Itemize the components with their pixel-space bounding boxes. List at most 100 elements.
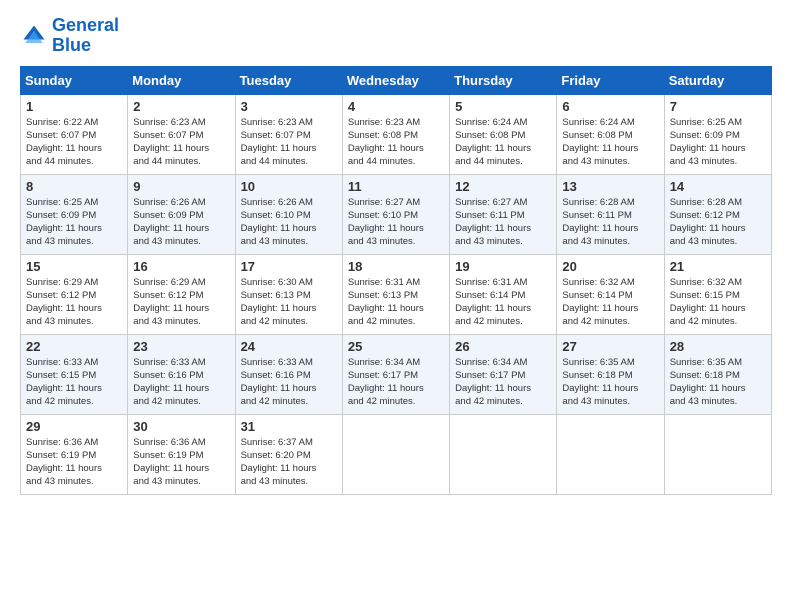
calendar-cell: 5Sunrise: 6:24 AM Sunset: 6:08 PM Daylig… (450, 94, 557, 174)
calendar-cell (342, 414, 449, 494)
calendar-cell: 2Sunrise: 6:23 AM Sunset: 6:07 PM Daylig… (128, 94, 235, 174)
day-header: Wednesday (342, 66, 449, 94)
logo-icon (20, 22, 48, 50)
day-number: 31 (241, 419, 338, 434)
calendar-cell: 25 Sunrise: 6:34 AM Sunset: 6:17 PM Dayli… (342, 334, 449, 414)
calendar-cell: 22 Sunrise: 6:33 AM Sunset: 6:15 PM Dayli… (21, 334, 128, 414)
calendar-header-row: SundayMondayTuesdayWednesdayThursdayFrid… (21, 66, 772, 94)
day-number: 27 (562, 339, 659, 354)
day-number: 3 (241, 99, 338, 114)
day-header: Monday (128, 66, 235, 94)
logo-text: General Blue (52, 16, 119, 56)
calendar-table: SundayMondayTuesdayWednesdayThursdayFrid… (20, 66, 772, 495)
calendar-cell: 30 Sunrise: 6:36 AM Sunset: 6:19 PM Dayli… (128, 414, 235, 494)
day-info: Sunrise: 6:28 AM Sunset: 6:11 PM Dayligh… (562, 196, 659, 249)
day-info: Sunrise: 6:25 AM Sunset: 6:09 PM Dayligh… (670, 116, 767, 169)
day-header: Saturday (664, 66, 771, 94)
calendar-cell: 27 Sunrise: 6:35 AM Sunset: 6:18 PM Dayli… (557, 334, 664, 414)
day-number: 8 (26, 179, 123, 194)
calendar-cell: 26 Sunrise: 6:34 AM Sunset: 6:17 PM Dayli… (450, 334, 557, 414)
day-number: 25 (348, 339, 445, 354)
logo: General Blue (20, 16, 119, 56)
calendar-body: 1Sunrise: 6:22 AM Sunset: 6:07 PM Daylig… (21, 94, 772, 494)
day-number: 19 (455, 259, 552, 274)
day-info: Sunrise: 6:37 AM Sunset: 6:20 PM Dayligh… (241, 436, 338, 489)
day-info: Sunrise: 6:31 AM Sunset: 6:13 PM Dayligh… (348, 276, 445, 329)
calendar-cell: 17 Sunrise: 6:30 AM Sunset: 6:13 PM Dayli… (235, 254, 342, 334)
day-number: 13 (562, 179, 659, 194)
day-number: 14 (670, 179, 767, 194)
calendar-cell: 28 Sunrise: 6:35 AM Sunset: 6:18 PM Dayli… (664, 334, 771, 414)
day-number: 17 (241, 259, 338, 274)
day-number: 28 (670, 339, 767, 354)
day-info: Sunrise: 6:30 AM Sunset: 6:13 PM Dayligh… (241, 276, 338, 329)
day-header: Friday (557, 66, 664, 94)
day-number: 16 (133, 259, 230, 274)
day-number: 29 (26, 419, 123, 434)
day-info: Sunrise: 6:24 AM Sunset: 6:08 PM Dayligh… (455, 116, 552, 169)
day-number: 7 (670, 99, 767, 114)
day-info: Sunrise: 6:34 AM Sunset: 6:17 PM Dayligh… (348, 356, 445, 409)
calendar-cell (450, 414, 557, 494)
day-number: 12 (455, 179, 552, 194)
day-info: Sunrise: 6:34 AM Sunset: 6:17 PM Dayligh… (455, 356, 552, 409)
calendar-cell: 29 Sunrise: 6:36 AM Sunset: 6:19 PM Dayli… (21, 414, 128, 494)
page: General Blue SundayMondayTuesdayWednesda… (0, 0, 792, 612)
day-number: 10 (241, 179, 338, 194)
calendar-cell (664, 414, 771, 494)
day-number: 4 (348, 99, 445, 114)
header: General Blue (20, 16, 772, 56)
day-info: Sunrise: 6:29 AM Sunset: 6:12 PM Dayligh… (26, 276, 123, 329)
calendar-cell: 7 Sunrise: 6:25 AM Sunset: 6:09 PM Daylig… (664, 94, 771, 174)
day-number: 15 (26, 259, 123, 274)
calendar-cell: 20 Sunrise: 6:32 AM Sunset: 6:14 PM Dayli… (557, 254, 664, 334)
calendar-cell: 19Sunrise: 6:31 AM Sunset: 6:14 PM Dayli… (450, 254, 557, 334)
calendar-cell: 8Sunrise: 6:25 AM Sunset: 6:09 PM Daylig… (21, 174, 128, 254)
day-info: Sunrise: 6:23 AM Sunset: 6:07 PM Dayligh… (133, 116, 230, 169)
day-info: Sunrise: 6:35 AM Sunset: 6:18 PM Dayligh… (670, 356, 767, 409)
calendar-cell: 31 Sunrise: 6:37 AM Sunset: 6:20 PM Dayli… (235, 414, 342, 494)
calendar-cell: 15 Sunrise: 6:29 AM Sunset: 6:12 PM Dayli… (21, 254, 128, 334)
day-info: Sunrise: 6:35 AM Sunset: 6:18 PM Dayligh… (562, 356, 659, 409)
calendar-week-row: 15 Sunrise: 6:29 AM Sunset: 6:12 PM Dayli… (21, 254, 772, 334)
day-info: Sunrise: 6:33 AM Sunset: 6:15 PM Dayligh… (26, 356, 123, 409)
calendar-cell: 12 Sunrise: 6:27 AM Sunset: 6:11 PM Dayli… (450, 174, 557, 254)
calendar-cell: 13 Sunrise: 6:28 AM Sunset: 6:11 PM Dayli… (557, 174, 664, 254)
calendar-cell: 18Sunrise: 6:31 AM Sunset: 6:13 PM Dayli… (342, 254, 449, 334)
day-info: Sunrise: 6:24 AM Sunset: 6:08 PM Dayligh… (562, 116, 659, 169)
day-info: Sunrise: 6:27 AM Sunset: 6:11 PM Dayligh… (455, 196, 552, 249)
day-info: Sunrise: 6:27 AM Sunset: 6:10 PM Dayligh… (348, 196, 445, 249)
day-number: 26 (455, 339, 552, 354)
day-info: Sunrise: 6:22 AM Sunset: 6:07 PM Dayligh… (26, 116, 123, 169)
day-header: Thursday (450, 66, 557, 94)
calendar-cell (557, 414, 664, 494)
calendar-cell: 24Sunrise: 6:33 AM Sunset: 6:16 PM Dayli… (235, 334, 342, 414)
calendar-week-row: 8Sunrise: 6:25 AM Sunset: 6:09 PM Daylig… (21, 174, 772, 254)
calendar-cell: 4Sunrise: 6:23 AM Sunset: 6:08 PM Daylig… (342, 94, 449, 174)
calendar-cell: 11 Sunrise: 6:27 AM Sunset: 6:10 PM Dayli… (342, 174, 449, 254)
calendar-cell: 6 Sunrise: 6:24 AM Sunset: 6:08 PM Daylig… (557, 94, 664, 174)
calendar-cell: 21 Sunrise: 6:32 AM Sunset: 6:15 PM Dayli… (664, 254, 771, 334)
day-info: Sunrise: 6:32 AM Sunset: 6:15 PM Dayligh… (670, 276, 767, 329)
calendar-cell: 23Sunrise: 6:33 AM Sunset: 6:16 PM Dayli… (128, 334, 235, 414)
day-number: 20 (562, 259, 659, 274)
day-info: Sunrise: 6:36 AM Sunset: 6:19 PM Dayligh… (26, 436, 123, 489)
day-info: Sunrise: 6:26 AM Sunset: 6:09 PM Dayligh… (133, 196, 230, 249)
calendar-cell: 14Sunrise: 6:28 AM Sunset: 6:12 PM Dayli… (664, 174, 771, 254)
day-number: 30 (133, 419, 230, 434)
day-info: Sunrise: 6:33 AM Sunset: 6:16 PM Dayligh… (133, 356, 230, 409)
day-number: 22 (26, 339, 123, 354)
day-number: 21 (670, 259, 767, 274)
calendar-cell: 16 Sunrise: 6:29 AM Sunset: 6:12 PM Dayli… (128, 254, 235, 334)
day-header: Sunday (21, 66, 128, 94)
day-header: Tuesday (235, 66, 342, 94)
day-number: 6 (562, 99, 659, 114)
calendar-week-row: 22 Sunrise: 6:33 AM Sunset: 6:15 PM Dayli… (21, 334, 772, 414)
day-number: 11 (348, 179, 445, 194)
day-info: Sunrise: 6:36 AM Sunset: 6:19 PM Dayligh… (133, 436, 230, 489)
calendar-cell: 10 Sunrise: 6:26 AM Sunset: 6:10 PM Dayli… (235, 174, 342, 254)
day-info: Sunrise: 6:29 AM Sunset: 6:12 PM Dayligh… (133, 276, 230, 329)
calendar-week-row: 1Sunrise: 6:22 AM Sunset: 6:07 PM Daylig… (21, 94, 772, 174)
day-info: Sunrise: 6:32 AM Sunset: 6:14 PM Dayligh… (562, 276, 659, 329)
day-info: Sunrise: 6:26 AM Sunset: 6:10 PM Dayligh… (241, 196, 338, 249)
